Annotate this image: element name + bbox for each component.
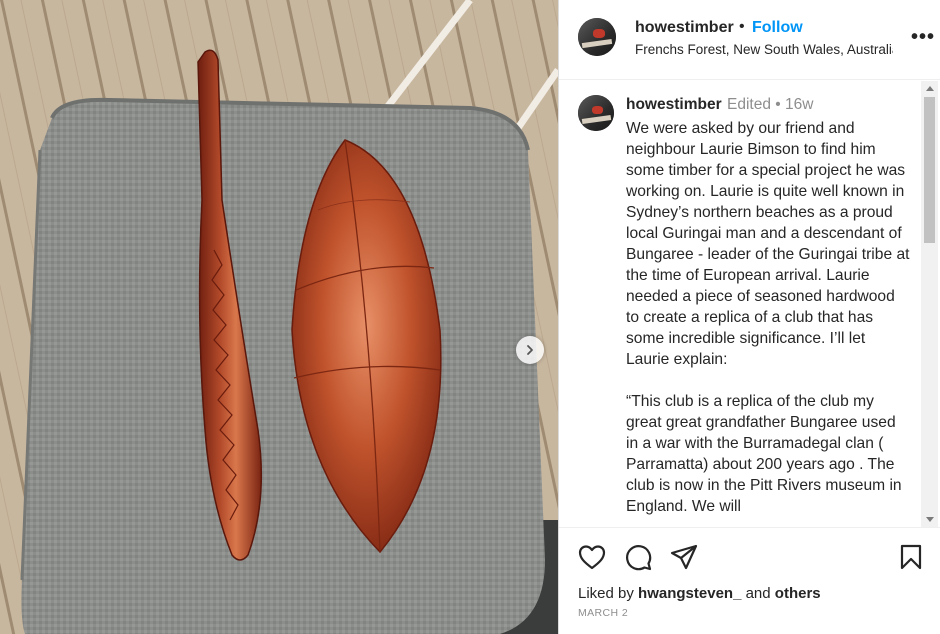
likes-summary: Liked by hwangsteven_ and others bbox=[578, 585, 821, 602]
post-image bbox=[0, 0, 558, 634]
post-date[interactable]: MARCH 2 bbox=[578, 607, 628, 619]
caption-avatar[interactable] bbox=[578, 95, 614, 131]
liked-and: and bbox=[741, 585, 775, 602]
caption-scrollbar[interactable] bbox=[921, 81, 938, 527]
location-link[interactable]: Frenchs Forest, New South Wales, Austral… bbox=[635, 42, 893, 57]
scroll-up-icon[interactable] bbox=[926, 86, 934, 91]
liked-prefix: Liked by bbox=[578, 585, 639, 602]
action-bar: Liked by hwangsteven_ and others MARCH 2 bbox=[559, 527, 940, 634]
chevron-right-icon bbox=[527, 345, 533, 355]
header-separator: • bbox=[739, 18, 745, 35]
avatar[interactable] bbox=[578, 18, 616, 56]
heart-icon[interactable] bbox=[578, 544, 606, 570]
comment-icon[interactable] bbox=[624, 543, 652, 571]
post-modal: howestimber • Follow Frenchs Forest, New… bbox=[0, 0, 940, 634]
caption-meta: Edited • 16w bbox=[727, 96, 814, 113]
caption-username[interactable]: howestimber bbox=[626, 96, 722, 114]
scroll-down-icon[interactable] bbox=[926, 517, 934, 522]
more-icon[interactable]: ••• bbox=[911, 26, 935, 49]
liked-user-link[interactable]: hwangsteven_ bbox=[638, 585, 741, 602]
post-header: howestimber • Follow Frenchs Forest, New… bbox=[559, 0, 940, 80]
caption-area: howestimber Edited • 16w We were asked b… bbox=[559, 81, 940, 527]
scrollbar-thumb[interactable] bbox=[924, 97, 935, 243]
post-photo bbox=[0, 0, 558, 634]
follow-button[interactable]: Follow bbox=[752, 19, 803, 37]
next-image-button[interactable] bbox=[516, 336, 544, 364]
post-panel: howestimber • Follow Frenchs Forest, New… bbox=[558, 0, 940, 634]
caption-text: We were asked by our friend and neighbou… bbox=[626, 120, 910, 515]
send-icon[interactable] bbox=[670, 543, 698, 571]
bookmark-icon[interactable] bbox=[900, 544, 922, 570]
liked-others-link[interactable]: others bbox=[775, 585, 821, 602]
header-username[interactable]: howestimber bbox=[635, 19, 734, 37]
